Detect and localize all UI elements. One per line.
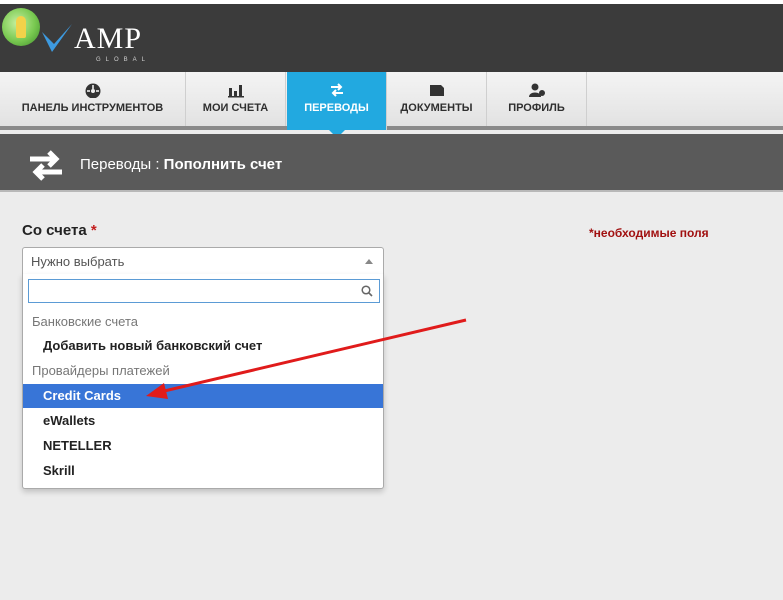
logo-brand-text: AMP	[74, 22, 143, 55]
transfer-icon	[30, 150, 62, 181]
option-credit-cards[interactable]: Credit Cards	[23, 384, 383, 408]
required-fields-note: *необходимые поля	[589, 226, 709, 240]
transfer-icon	[330, 83, 343, 97]
page-header: Переводы : Пополнить счет	[0, 134, 783, 192]
nav-label: ПРОФИЛЬ	[508, 102, 565, 114]
chevron-up-icon[interactable]	[365, 259, 373, 264]
main-nav: ПАНЕЛЬ ИНСТРУМЕНТОВ МОИ СЧЕТА ПЕРЕВОДЫ Д…	[0, 72, 783, 138]
option-skrill[interactable]: Skrill	[23, 459, 383, 483]
search-input[interactable]	[29, 280, 349, 302]
folder-icon	[429, 85, 444, 96]
nav-label: ДОКУМЕНТЫ	[400, 102, 473, 114]
dropdown-search[interactable]	[28, 279, 380, 303]
dashboard-icon	[85, 83, 100, 98]
option-ewallets[interactable]: eWallets	[23, 409, 383, 433]
nav-item-documents[interactable]: ДОКУМЕНТЫ	[387, 72, 487, 126]
required-asterisk: *	[90, 222, 97, 239]
from-account-label-text: Со счета	[22, 222, 87, 239]
nav-label: МОИ СЧЕТА	[202, 102, 269, 114]
account-dropdown: Банковские счета Добавить новый банковск…	[22, 274, 384, 489]
logo-sub-text: GLOBAL	[96, 57, 151, 63]
nav-label: ПЕРЕВОДЫ	[304, 102, 369, 114]
page-title: Пополнить счет	[163, 156, 283, 173]
key-icon	[2, 8, 40, 46]
breadcrumb-section: Переводы :	[80, 156, 160, 173]
nav-item-profile[interactable]: ПРОФИЛЬ	[487, 72, 587, 126]
nav-item-my-accounts[interactable]: МОИ СЧЕТА	[186, 72, 286, 126]
search-icon	[361, 285, 373, 297]
from-account-select[interactable]: Нужно выбрать	[22, 247, 384, 274]
top-header-bar: AMP GLOBAL	[0, 0, 783, 72]
amp-global-logo[interactable]: AMP GLOBAL	[0, 4, 170, 76]
group-label-payment-providers: Провайдеры платежей	[32, 363, 170, 378]
option-add-bank-account[interactable]: Добавить новый банковский счет	[23, 334, 383, 358]
nav-item-transfers[interactable]: ПЕРЕВОДЫ	[287, 72, 387, 138]
breadcrumb: Переводы : Пополнить счет	[80, 156, 282, 173]
logo-swoosh-icon	[42, 24, 72, 52]
user-icon	[528, 83, 545, 97]
bar-chart-icon	[227, 85, 244, 98]
group-label-bank-accounts: Банковские счета	[32, 314, 139, 329]
from-account-label: Со счета *	[22, 222, 97, 239]
option-neteller[interactable]: NETELLER	[23, 434, 383, 458]
nav-item-dashboard[interactable]: ПАНЕЛЬ ИНСТРУМЕНТОВ	[0, 72, 186, 126]
select-placeholder: Нужно выбрать	[31, 254, 125, 269]
nav-label: ПАНЕЛЬ ИНСТРУМЕНТОВ	[21, 102, 164, 114]
